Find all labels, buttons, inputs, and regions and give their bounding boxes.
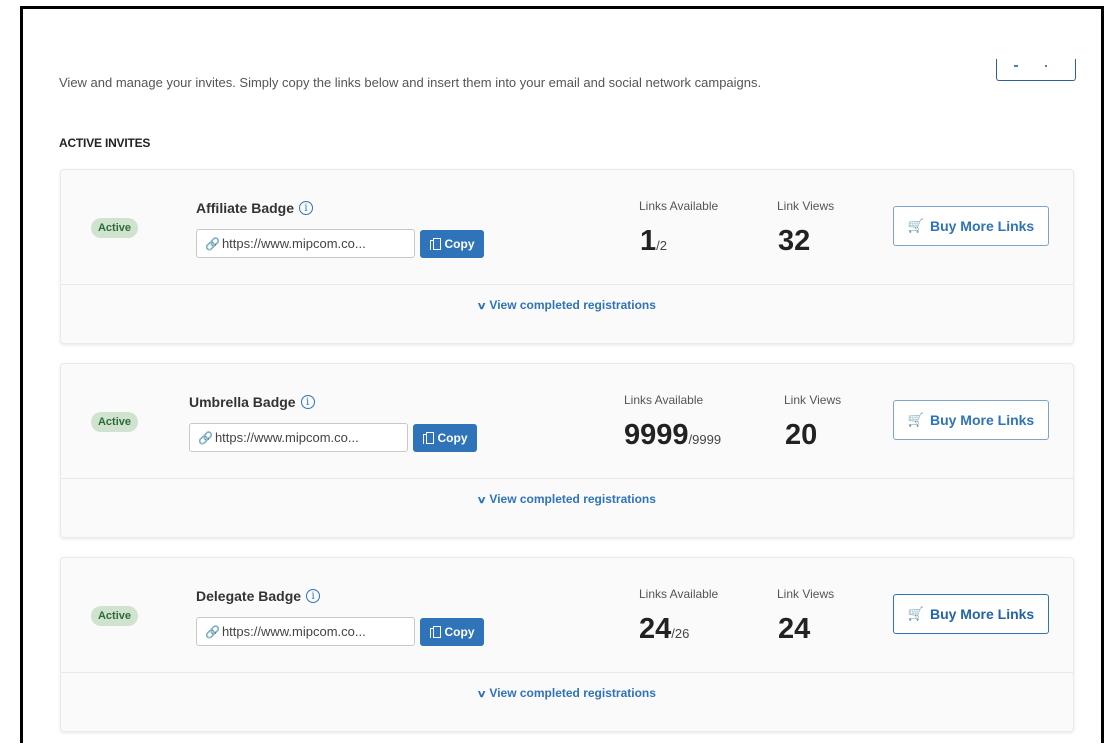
chevron-down-icon: ∨: [476, 689, 487, 700]
badge-name-label: Umbrella Badge: [189, 394, 296, 410]
copy-button[interactable]: Copy: [420, 618, 484, 646]
buy-more-label: Buy More Links: [929, 412, 1035, 428]
links-total: /26: [671, 626, 690, 641]
view-completed-label: View completed registrations: [489, 298, 656, 312]
copy-button-label: Copy: [437, 431, 468, 445]
chevron-down-icon: ∨: [476, 495, 487, 506]
info-icon[interactable]: i: [306, 589, 321, 603]
view-completed-registrations-link[interactable]: ∨ View completed registrations: [61, 686, 1073, 700]
invite-link-field[interactable]: 🔗 https://www.mipcom.co...: [196, 617, 415, 646]
links-total: /2: [656, 238, 667, 253]
status-badge: Active: [91, 606, 138, 626]
badge-name: Umbrella Badge i: [189, 394, 315, 410]
buy-more-links-button[interactable]: 🛒 Buy More Links: [893, 400, 1049, 440]
view-completed-registrations-link[interactable]: ∨ View completed registrations: [61, 298, 1073, 312]
button-fragment: [1045, 65, 1047, 67]
link-icon: 🔗: [198, 431, 213, 445]
link-views-label: Link Views: [777, 587, 835, 601]
links-available-label: Links Available: [624, 393, 704, 407]
top-action-button[interactable]: [996, 59, 1076, 81]
buy-more-links-button[interactable]: 🛒 Buy More Links: [893, 206, 1049, 246]
links-available-value: 1/2: [640, 225, 667, 258]
copy-button[interactable]: Copy: [420, 230, 484, 258]
links-available-count: 1: [640, 225, 657, 257]
view-completed-label: View completed registrations: [489, 686, 656, 700]
copy-button[interactable]: Copy: [413, 424, 477, 452]
copy-icon: [422, 431, 434, 445]
view-completed-registrations-link[interactable]: ∨ View completed registrations: [61, 492, 1073, 506]
section-title: ACTIVE INVITES: [59, 136, 151, 150]
status-badge: Active: [91, 412, 138, 432]
card-divider: [61, 672, 1073, 673]
view-completed-label: View completed registrations: [489, 492, 656, 506]
link-views-label: Link Views: [777, 199, 835, 213]
invite-card-affiliate: Active Affiliate Badge i 🔗 https://www.mi…: [60, 169, 1074, 344]
buy-more-links-button[interactable]: 🛒 Buy More Links: [893, 594, 1049, 634]
invites-panel: View and manage your invites. Simply cop…: [20, 6, 1104, 743]
cart-icon: 🛒: [907, 412, 924, 427]
intro-text: View and manage your invites. Simply cop…: [59, 75, 762, 90]
invite-link-field[interactable]: 🔗 https://www.mipcom.co...: [196, 229, 415, 258]
link-views-value: 20: [785, 419, 818, 451]
buy-more-label: Buy More Links: [929, 606, 1035, 622]
link-icon: 🔗: [205, 237, 220, 251]
chevron-down-icon: ∨: [476, 301, 487, 312]
card-divider: [61, 284, 1073, 285]
invite-link-value: https://www.mipcom.co...: [221, 624, 366, 639]
invite-card-umbrella: Active Umbrella Badge i 🔗 https://www.mip…: [60, 363, 1074, 538]
invite-card-delegate: Active Delegate Badge i 🔗 https://www.mip…: [60, 557, 1074, 732]
links-available-label: Links Available: [639, 587, 719, 601]
links-available-value: 9999/9999: [624, 419, 721, 452]
invite-link-value: https://www.mipcom.co...: [221, 236, 366, 251]
copy-icon: [429, 237, 441, 251]
badge-name: Delegate Badge i: [196, 588, 321, 604]
buy-more-label: Buy More Links: [929, 218, 1035, 234]
link-views-label: Link Views: [784, 393, 842, 407]
links-total: /9999: [688, 432, 722, 447]
invite-link-value: https://www.mipcom.co...: [214, 430, 359, 445]
card-divider: [61, 478, 1073, 479]
info-icon[interactable]: i: [300, 395, 315, 409]
copy-button-label: Copy: [444, 237, 475, 251]
cart-icon: 🛒: [907, 606, 924, 621]
info-icon[interactable]: i: [299, 201, 314, 215]
cart-icon: 🛒: [907, 218, 924, 233]
badge-name: Affiliate Badge i: [196, 200, 314, 216]
link-icon: 🔗: [205, 625, 220, 639]
links-available-count: 9999: [624, 419, 689, 451]
button-fragment: [1014, 65, 1018, 67]
links-available-count: 24: [639, 613, 672, 645]
link-views-value: 24: [778, 613, 811, 645]
badge-name-label: Delegate Badge: [196, 588, 302, 604]
copy-icon: [429, 625, 441, 639]
badge-name-label: Affiliate Badge: [196, 200, 295, 216]
invite-link-field[interactable]: 🔗 https://www.mipcom.co...: [189, 423, 408, 452]
link-views-value: 32: [778, 225, 811, 257]
status-badge: Active: [91, 218, 138, 238]
copy-button-label: Copy: [444, 625, 475, 639]
links-available-label: Links Available: [639, 199, 719, 213]
links-available-value: 24/26: [639, 613, 689, 646]
